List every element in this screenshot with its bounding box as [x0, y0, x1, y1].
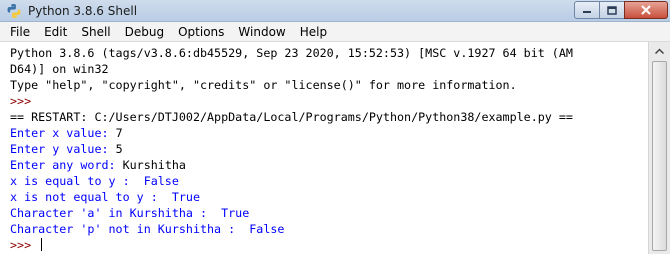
minimize-button[interactable]: [574, 1, 600, 19]
menu-debug[interactable]: Debug: [118, 23, 171, 41]
shell-prompt: >>>: [10, 94, 39, 108]
menu-window[interactable]: Window: [231, 23, 292, 41]
close-icon: [641, 5, 651, 15]
y-value: 5: [115, 142, 123, 156]
close-button[interactable]: [624, 1, 668, 19]
y-prompt: Enter y value:: [10, 142, 116, 156]
shell-prompt: >>>: [10, 238, 39, 252]
menu-help[interactable]: Help: [293, 23, 334, 41]
scroll-up-button[interactable]: [649, 42, 670, 59]
output-line: Character 'a' in Kurshitha : True: [10, 206, 250, 220]
banner-line: Python 3.8.6 (tags/v3.8.6:db45529, Sep 2…: [10, 46, 573, 60]
restart-line: == RESTART: C:/Users/DTJ002/AppData/Loca…: [10, 110, 573, 124]
active-prompt-line[interactable]: >>>: [10, 237, 43, 253]
scroll-thumb[interactable]: [652, 61, 667, 251]
input-line-y: Enter y value: 5: [10, 141, 123, 157]
input-line-x: Enter x value: 7: [10, 125, 123, 141]
menu-shell[interactable]: Shell: [74, 23, 117, 41]
shell-text-area[interactable]: Python 3.8.6 (tags/v3.8.6:db45529, Sep 2…: [0, 42, 648, 254]
maximize-button[interactable]: [599, 1, 625, 19]
word-value: Kurshitha: [122, 158, 186, 172]
maximize-icon: [607, 5, 617, 15]
window-controls: [574, 1, 668, 20]
x-value: 7: [115, 126, 123, 140]
minimize-icon: [583, 11, 591, 13]
vertical-scrollbar[interactable]: [648, 42, 670, 254]
menu-file[interactable]: File: [0, 23, 37, 41]
banner-line: Type "help", "copyright", "credits" or "…: [10, 78, 517, 92]
output-line: x is equal to y : False: [10, 174, 179, 188]
word-prompt: Enter any word:: [10, 158, 123, 172]
x-prompt: Enter x value:: [10, 126, 116, 140]
output-line: Character 'p' not in Kurshitha : False: [10, 222, 285, 236]
title-bar: Python 3.8.6 Shell: [0, 0, 670, 22]
text-cursor: [41, 238, 43, 251]
python-icon: [7, 4, 21, 18]
input-line-word: Enter any word: Kurshitha: [10, 157, 186, 173]
output-line: x is not equal to y : True: [10, 190, 200, 204]
banner-line: D64)] on win32: [10, 62, 109, 76]
menu-bar: File Edit Shell Debug Options Window Hel…: [0, 22, 670, 42]
menu-options[interactable]: Options: [171, 23, 231, 41]
window-title: Python 3.8.6 Shell: [28, 4, 138, 18]
menu-edit[interactable]: Edit: [37, 23, 74, 41]
chevron-up-icon: [655, 47, 664, 54]
